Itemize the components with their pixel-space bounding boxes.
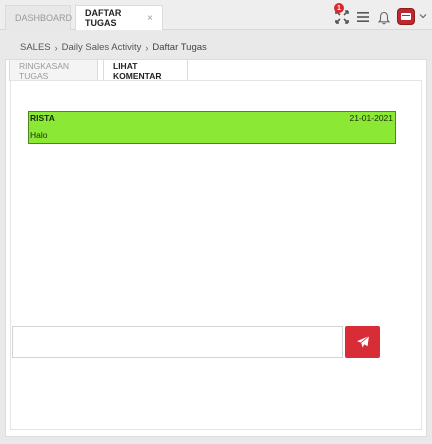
comment-item: RISTA 21-01-2021 Halo [28, 111, 396, 144]
tab-view-comments[interactable]: LIHAT KOMENTAR [103, 59, 188, 81]
menu-icon[interactable] [356, 10, 370, 24]
tab-task-summary-label: RINGKASAN TUGAS [19, 60, 70, 81]
tab-task-list[interactable]: DAFTAR TUGAS × [75, 5, 163, 30]
close-icon[interactable]: × [147, 13, 153, 24]
notification-badge: 1 [334, 3, 344, 13]
tab-view-comments-label: LIHAT KOMENTAR [113, 60, 162, 81]
comment-text: Halo [30, 130, 48, 140]
breadcrumb-item-current: Daftar Tugas [152, 42, 207, 53]
tab-task-list-label: DAFTAR TUGAS [85, 8, 122, 28]
chevron-down-icon[interactable] [419, 12, 427, 20]
bell-icon[interactable] [377, 11, 391, 25]
breadcrumb-separator: › [54, 42, 58, 53]
breadcrumb: SALES › Daily Sales Activity › Daftar Tu… [20, 42, 207, 53]
tab-dashboard-label: DASHBOARD [15, 13, 73, 23]
comment-author: RISTA [30, 113, 55, 123]
send-icon [356, 335, 369, 348]
top-bar: DASHBOARD DAFTAR TUGAS × 1 [0, 0, 432, 30]
tab-task-summary[interactable]: RINGKASAN TUGAS [9, 59, 98, 81]
tab-dashboard[interactable]: DASHBOARD [5, 5, 73, 30]
breadcrumb-separator: › [145, 42, 149, 53]
comment-date: 21-01-2021 [349, 113, 393, 123]
avatar-image [401, 13, 411, 20]
comment-input[interactable] [12, 326, 343, 358]
breadcrumb-item-daily-sales-activity[interactable]: Daily Sales Activity [62, 42, 142, 53]
send-button[interactable] [345, 326, 380, 358]
avatar[interactable] [397, 8, 415, 25]
breadcrumb-item-sales[interactable]: SALES [20, 42, 51, 53]
